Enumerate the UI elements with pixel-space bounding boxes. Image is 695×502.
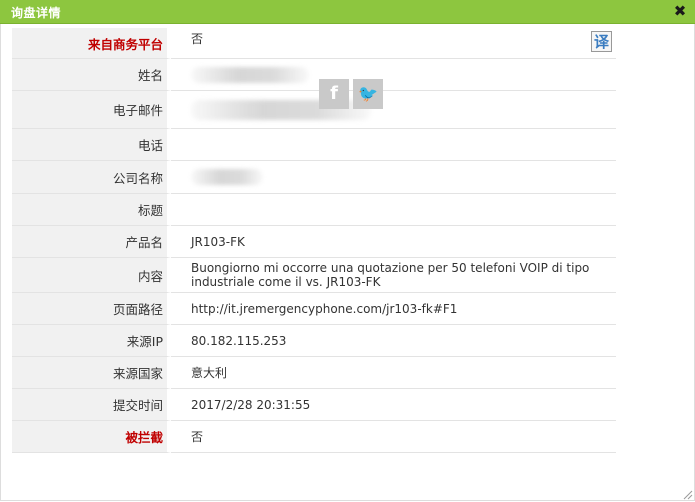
dialog-title: 询盘详情 bbox=[11, 6, 62, 20]
row-label-subject: 标题 bbox=[12, 194, 171, 226]
row-value-page-path[interactable]: http://it.jremergencyphone.com/jr103-fk#… bbox=[171, 293, 616, 325]
row-label-company: 公司名称 bbox=[12, 161, 171, 194]
table-row: 来源国家 意大利 bbox=[12, 357, 616, 389]
row-label-source-ip: 来源IP bbox=[12, 325, 171, 357]
close-icon[interactable]: ✖ bbox=[671, 2, 689, 20]
row-label-name: 姓名 bbox=[12, 59, 171, 91]
table-row: 提交时间 2017/2/28 20:31:55 bbox=[12, 389, 616, 421]
row-label-product: 产品名 bbox=[12, 226, 171, 258]
resize-grip-icon[interactable] bbox=[681, 488, 693, 500]
table-row: 姓名 bbox=[12, 59, 616, 91]
redacted-name bbox=[191, 66, 309, 83]
row-label-source-country: 来源国家 bbox=[12, 357, 171, 389]
row-value-company bbox=[171, 161, 616, 194]
table-row: 公司名称 bbox=[12, 161, 616, 194]
row-label-content: 内容 bbox=[12, 258, 171, 293]
row-value-phone bbox=[171, 129, 616, 161]
table-row: 内容 Buongiorno mi occorre una quotazione … bbox=[12, 258, 616, 293]
row-label-email: 电子邮件 bbox=[12, 91, 171, 129]
row-value-subject bbox=[171, 194, 616, 226]
row-value-product: JR103-FK bbox=[171, 226, 616, 258]
row-value-source-ip: 80.182.115.253 bbox=[171, 325, 616, 357]
table-row: 电话 bbox=[12, 129, 616, 161]
redacted-company bbox=[191, 169, 263, 185]
row-value-content: Buongiorno mi occorre una quotazione per… bbox=[171, 258, 616, 293]
table-row: 产品名 JR103-FK bbox=[12, 226, 616, 258]
table-row: 来自商务平台 否 译 bbox=[12, 28, 616, 59]
facebook-icon[interactable]: f bbox=[319, 79, 349, 109]
row-value-source-country: 意大利 bbox=[171, 357, 616, 389]
dialog-titlebar: 询盘详情 ✖ bbox=[0, 0, 695, 24]
row-value-submit-time: 2017/2/28 20:31:55 bbox=[171, 389, 616, 421]
table-row: 被拦截 否 bbox=[12, 421, 616, 453]
row-value-name bbox=[171, 59, 616, 91]
inquiry-detail-table: 来自商务平台 否 译 姓名 电子邮件 f 🐦 电话 公司名称 标题 产品名 JR bbox=[12, 28, 616, 453]
row-value-from-platform: 否 译 bbox=[171, 28, 616, 59]
row-label-blocked: 被拦截 bbox=[12, 421, 171, 453]
row-value-email: f 🐦 bbox=[171, 79, 616, 129]
table-row: 页面路径 http://it.jremergencyphone.com/jr10… bbox=[12, 293, 616, 325]
table-row: 来源IP 80.182.115.253 bbox=[12, 325, 616, 357]
row-value-blocked: 否 bbox=[171, 421, 616, 453]
table-row: 标题 bbox=[12, 194, 616, 226]
twitter-icon[interactable]: 🐦 bbox=[353, 79, 383, 109]
translate-button[interactable]: 译 bbox=[591, 31, 612, 52]
row-label-page-path: 页面路径 bbox=[12, 293, 171, 325]
row-label-from-platform: 来自商务平台 bbox=[12, 28, 171, 59]
row-label-submit-time: 提交时间 bbox=[12, 389, 171, 421]
table-row: 电子邮件 f 🐦 bbox=[12, 79, 616, 129]
row-label-phone: 电话 bbox=[12, 129, 171, 161]
